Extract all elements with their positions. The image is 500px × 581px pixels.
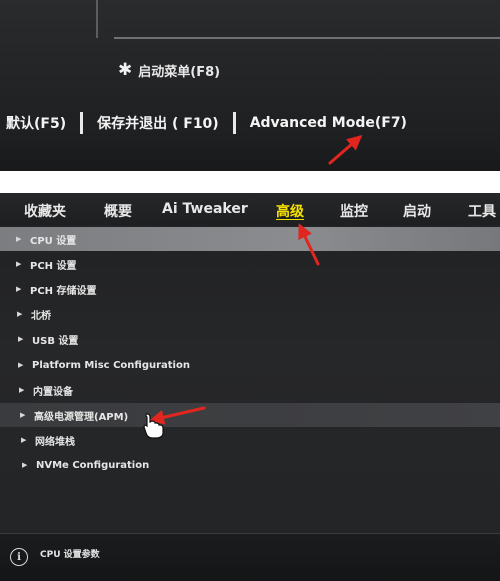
caret-right-icon: ▶ bbox=[16, 285, 22, 293]
tab-boot[interactable]: 启动 bbox=[403, 201, 431, 221]
separator bbox=[232, 112, 236, 134]
save-exit-f10-button[interactable]: 保存并退出 ( F10) bbox=[97, 113, 219, 133]
gear-icon: ✱ bbox=[118, 59, 133, 80]
menu-item-northbridge[interactable]: ▶ 北桥 bbox=[0, 302, 500, 326]
main-tab-bar: 收藏夹 概要 Ai Tweaker 高级 监控 启动 工具 bbox=[0, 193, 500, 225]
caret-right-icon: ▶ bbox=[17, 310, 23, 318]
menu-item-pch-storage[interactable]: ▶ PCH 存储设置 bbox=[0, 277, 500, 301]
tab-overview[interactable]: 概要 bbox=[104, 201, 132, 221]
menu-item-apm[interactable]: ▶ 高级电源管理(APM) bbox=[0, 403, 500, 427]
menu-item-usb-settings[interactable]: ▶ USB 设置 bbox=[0, 327, 500, 351]
caret-right-icon: ▶ bbox=[21, 436, 27, 444]
separator bbox=[80, 112, 84, 134]
menu-item-cpu-settings[interactable]: ▶ CPU 设置 bbox=[0, 227, 500, 251]
menu-item-label: 北桥 bbox=[31, 310, 51, 322]
menu-item-network-stack[interactable]: ▶ 网络堆栈 bbox=[0, 428, 500, 452]
menu-item-label: USB 设置 bbox=[32, 335, 79, 347]
tab-ai-tweaker[interactable]: Ai Tweaker bbox=[162, 201, 248, 217]
menu-item-label: CPU 设置 bbox=[30, 235, 77, 247]
top-screenshot-panel: ✱ 启动菜单(F8) 默认(F5) 保存并退出 ( F10) Advanced … bbox=[0, 0, 500, 171]
function-key-bar: 默认(F5) 保存并退出 ( F10) Advanced Mode(F7) bbox=[0, 104, 500, 142]
caret-right-icon: ▶ bbox=[22, 461, 28, 469]
caret-right-icon: ▶ bbox=[16, 235, 22, 243]
caret-right-icon: ▶ bbox=[16, 260, 22, 268]
help-info-bar: i CPU 设置参数 bbox=[0, 533, 500, 581]
menu-item-pch-settings[interactable]: ▶ PCH 设置 bbox=[0, 252, 500, 276]
caret-right-icon: ▶ bbox=[20, 411, 26, 419]
screen-bezel bbox=[0, 145, 500, 171]
menu-item-platform-misc[interactable]: ▶ Platform Misc Configuration bbox=[0, 353, 500, 377]
bottom-screenshot-panel: 收藏夹 概要 Ai Tweaker 高级 监控 启动 工具 ▶ CPU 设置 ▶… bbox=[0, 193, 500, 581]
menu-item-label: PCH 存储设置 bbox=[30, 285, 97, 297]
info-icon: i bbox=[10, 548, 28, 566]
advanced-mode-f7-button[interactable]: Advanced Mode(F7) bbox=[250, 115, 407, 131]
tab-tool[interactable]: 工具 bbox=[468, 201, 496, 221]
tab-monitor[interactable]: 监控 bbox=[340, 201, 368, 221]
caret-right-icon: ▶ bbox=[19, 386, 25, 394]
caret-right-icon: ▶ bbox=[18, 335, 24, 343]
tab-advanced[interactable]: 高级 bbox=[276, 201, 304, 221]
boot-menu-button[interactable]: ✱ 启动菜单(F8) bbox=[118, 60, 220, 80]
tab-favorites[interactable]: 收藏夹 bbox=[24, 201, 66, 221]
menu-item-label: 网络堆栈 bbox=[35, 436, 75, 448]
menu-item-label: Platform Misc Configuration bbox=[32, 359, 190, 371]
help-text: CPU 设置参数 bbox=[40, 550, 100, 560]
boot-menu-label: 启动菜单(F8) bbox=[138, 64, 221, 80]
default-f5-button[interactable]: 默认(F5) bbox=[6, 113, 66, 133]
menu-item-label: 内置设备 bbox=[33, 386, 73, 398]
menu-item-label: NVMe Configuration bbox=[36, 459, 150, 471]
menu-item-label: PCH 设置 bbox=[30, 260, 77, 272]
divider-vertical bbox=[96, 0, 98, 38]
menu-item-nvme[interactable]: ▶ NVMe Configuration bbox=[0, 453, 500, 477]
menu-item-onboard-devices[interactable]: ▶ 内置设备 bbox=[0, 378, 500, 402]
menu-item-label: 高级电源管理(APM) bbox=[34, 411, 129, 423]
caret-right-icon: ▶ bbox=[18, 361, 24, 369]
divider-horizontal bbox=[114, 37, 500, 39]
